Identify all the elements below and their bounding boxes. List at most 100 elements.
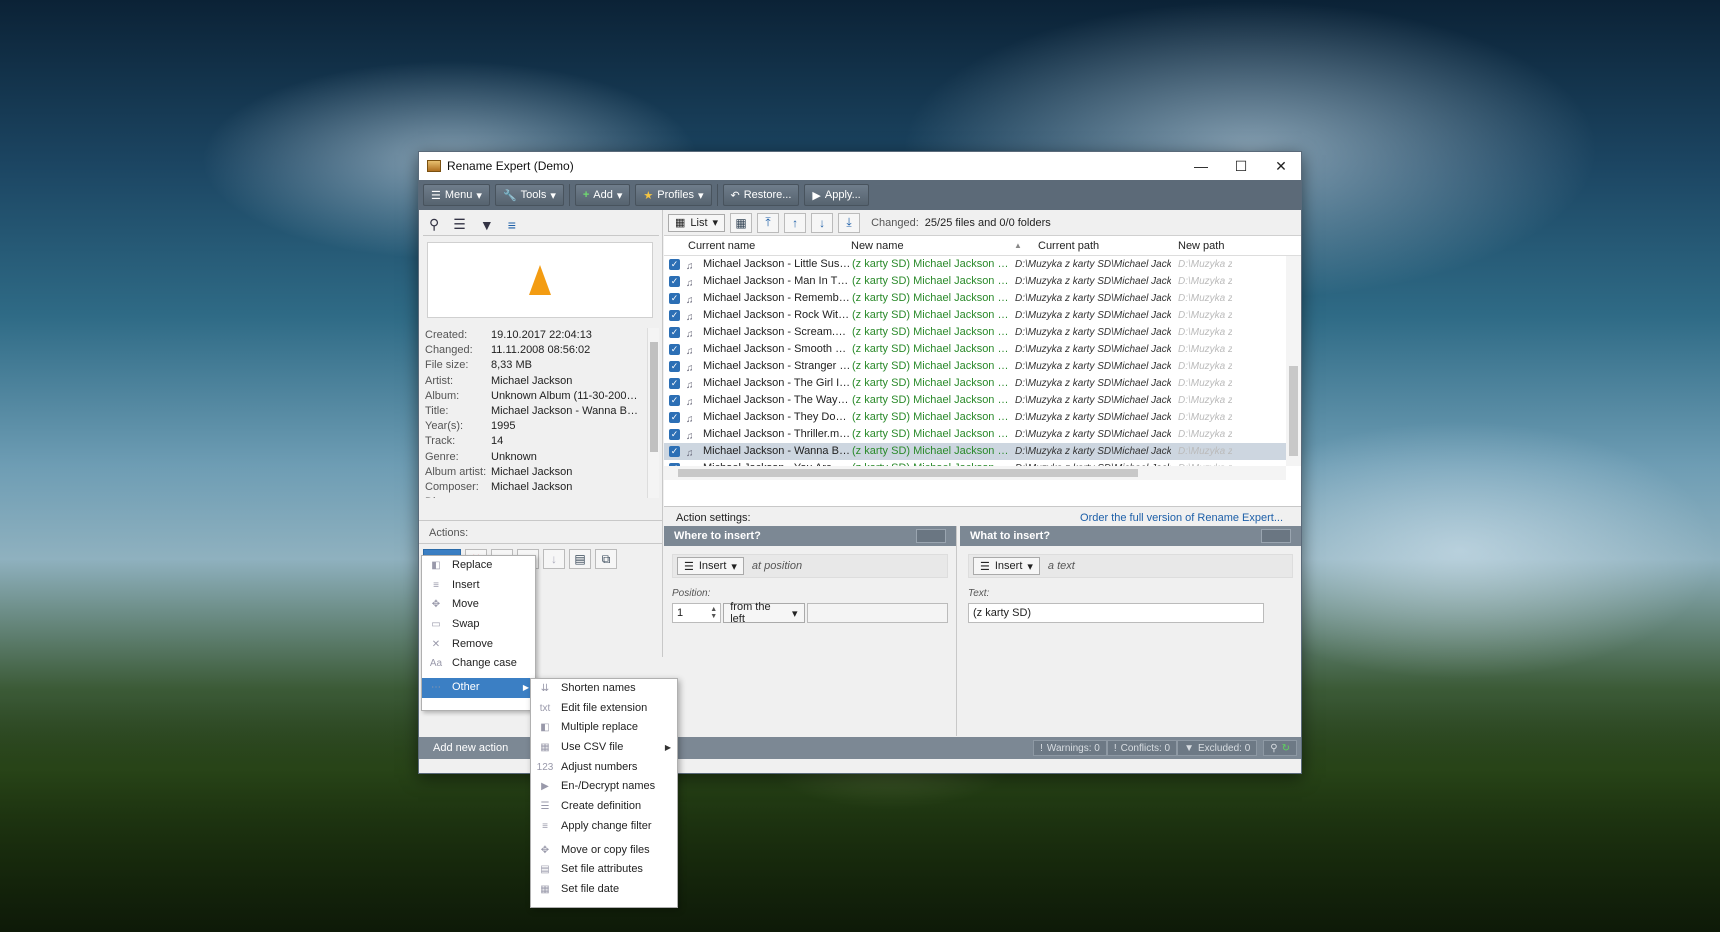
menu-item-insert[interactable]: ≡ Insert [422,576,535,596]
position-extra-field[interactable] [806,603,948,623]
where-mode-dropdown[interactable]: ☰ Insert ▾ [677,557,744,575]
submenu-item-create-definition[interactable]: ☰ Create definition [531,797,677,817]
scroll-thumb[interactable] [678,469,1138,477]
column-new-path[interactable]: New path [1178,236,1224,256]
clear-list-button[interactable]: ▦ [730,212,753,233]
submenu-item-set-file-attributes[interactable]: ▤ Set file attributes [531,860,677,880]
move-bottom-button[interactable]: ⤓ [838,212,861,233]
menu-item-change-case[interactable]: Aa Change case [422,654,535,674]
file-list-vscrollbar[interactable] [1286,256,1301,466]
row-checkbox[interactable]: ✓ [669,344,680,355]
property-value: Michael Jackson - Wanna Be ... [491,404,641,417]
column-current-path[interactable]: Current path [1038,236,1099,256]
column-current-name[interactable]: Current name [688,236,755,256]
row-checkbox[interactable]: ✓ [669,361,680,372]
submenu-item-use-csv-file[interactable]: ▦ Use CSV file ▶ [531,738,677,758]
properties-icon[interactable]: ☰ [453,216,466,233]
search-refresh-button[interactable]: ⚲ ↻ [1263,740,1297,756]
table-row[interactable]: ✓ ♫ Michael Jackson - Stranger In ... (z ka… [664,358,1286,375]
table-row[interactable]: ✓ ♫ Michael Jackson - Man In The ... (z kar… [664,273,1286,290]
submenu-item-move-or-copy-files[interactable]: ✥ Move or copy files [531,841,677,861]
menu-item-replace[interactable]: ◧ Replace [422,556,535,576]
refresh-icon: ↻ [1281,742,1290,754]
audio-file-icon: ♫ [686,312,694,323]
vlc-cone-icon [529,265,551,295]
row-checkbox[interactable]: ✓ [669,310,680,321]
move-down-file-button[interactable]: ↓ [811,212,834,233]
profiles-button[interactable]: ★ Profiles ▾ [635,184,712,206]
row-checkbox[interactable]: ✓ [669,429,680,440]
table-row[interactable]: ✓ ♫ Michael Jackson - Remember ... (z karty… [664,290,1286,307]
menu-item-other[interactable]: ⋯ Other ▶ [422,678,535,698]
apply-button[interactable]: ▶ Apply... [804,184,869,206]
menu-item-swap[interactable]: ▭ Swap [422,615,535,635]
minimize-button[interactable]: — [1181,152,1221,180]
filter-icon[interactable]: ▼ [480,217,494,233]
menu-item-move[interactable]: ✥ Move [422,595,535,615]
row-checkbox[interactable]: ✓ [669,259,680,270]
row-checkbox[interactable]: ✓ [669,395,680,406]
tools-button[interactable]: 🔧 Tools ▾ [494,184,564,206]
submenu-item-adjust-numbers[interactable]: 123 Adjust numbers [531,758,677,778]
row-checkbox[interactable]: ✓ [669,378,680,389]
conflicts-badge[interactable]: ! Conflicts: 0 [1106,740,1178,756]
row-checkbox[interactable]: ✓ [669,276,680,287]
submenu-item-en-decrypt-names[interactable]: ▶ En-/Decrypt names [531,777,677,797]
direction-dropdown[interactable]: from the left ▾ [723,601,805,625]
scroll-thumb[interactable] [650,342,658,452]
copy-action-button[interactable]: ⧉ [595,549,617,569]
view-dropdown[interactable]: ▦ List ▾ [668,213,726,232]
order-full-version-link[interactable]: Order the full version of Rename Expert.… [1080,512,1283,526]
table-row[interactable]: ✓ ♫ Michael Jackson - Wanna Be S... (z kart… [664,443,1286,460]
column-new-name[interactable]: New name [851,236,904,256]
table-row[interactable]: ✓ ♫ Michael Jackson - Rock With ... (z kart… [664,307,1286,324]
row-checkbox[interactable]: ✓ [669,446,680,457]
move-down-button[interactable]: ↓ [543,549,565,569]
properties-scrollbar[interactable] [647,328,659,498]
add-button[interactable]: + Add ▾ [574,184,631,206]
panel-options-button[interactable] [916,529,946,543]
table-row[interactable]: ✓ ♫ Michael Jackson - Scream.mp3 (z karty S… [664,324,1286,341]
warning-icon: ! [1040,742,1043,754]
position-stepper[interactable]: 1 ▲ ▼ [672,603,722,623]
other-actions-submenu: ⇊ Shorten names txt Edit file extension ◧ Mul… [530,678,678,908]
excluded-badge[interactable]: ▼ Excluded: 0 [1177,740,1258,756]
move-up-file-button[interactable]: ↑ [784,212,807,233]
submenu-item-multiple-replace[interactable]: ◧ Multiple replace [531,718,677,738]
file-list-hscrollbar[interactable] [664,466,1286,480]
table-row[interactable]: ✓ ♫ Michael Jackson - The Way Yo... (z kart… [664,392,1286,409]
restore-button[interactable]: ↶ Restore... [722,184,800,206]
what-mode-dropdown[interactable]: ☰ Insert ▾ [973,557,1040,575]
list-icon[interactable]: ≡ [508,217,516,233]
menu-button[interactable]: ☰ Menu ▾ [423,184,490,206]
submenu-item-set-file-date[interactable]: ▦ Set file date [531,880,677,900]
move-top-button[interactable]: ⤒ [757,212,780,233]
chevron-down-icon: ▾ [1027,560,1033,573]
table-row[interactable]: ✓ ♫ Michael Jackson - The Girl Is ... (z ka… [664,375,1286,392]
submenu-item-shorten-names[interactable]: ⇊ Shorten names [531,679,677,699]
insert-text-input[interactable]: (z karty SD) [968,603,1264,623]
position-label: Position: [672,588,711,599]
property-row: Title: Michael Jackson - Wanna Be ... [425,404,645,419]
rename-action-button[interactable]: ▤ [569,549,591,569]
submenu-item-apply-change-filter[interactable]: ≡ Apply change filter [531,817,677,837]
panel-options-button[interactable] [1261,529,1291,543]
row-checkbox[interactable]: ✓ [669,327,680,338]
submenu-item-icon: ▤ [540,864,550,876]
menu-item-remove[interactable]: ✕ Remove [422,635,535,655]
submenu-item-edit-file-extension[interactable]: txt Edit file extension [531,699,677,719]
table-row[interactable]: ✓ ♫ Michael Jackson - Thriller.mp3 (z karty… [664,426,1286,443]
close-button[interactable]: ✕ [1261,152,1301,180]
scroll-thumb[interactable] [1289,366,1298,456]
warnings-badge[interactable]: ! Warnings: 0 [1033,740,1107,756]
row-checkbox[interactable]: ✓ [669,412,680,423]
new-name-cell: (z karty SD) Michael Jackson - Th... [852,394,1012,406]
table-row[interactable]: ✓ ♫ Michael Jackson - Little Susie.... (z k… [664,256,1286,273]
search-icon[interactable]: ⚲ [429,216,439,233]
menu-item-label: Move [452,598,479,611]
row-checkbox[interactable]: ✓ [669,293,680,304]
table-row[interactable]: ✓ ♫ Michael Jackson - Smooth Cri... (z kart… [664,341,1286,358]
stepper-arrows-icon[interactable]: ▲ ▼ [710,606,717,620]
maximize-button[interactable]: ☐ [1221,152,1261,180]
table-row[interactable]: ✓ ♫ Michael Jackson - They Dont ... (z kart… [664,409,1286,426]
